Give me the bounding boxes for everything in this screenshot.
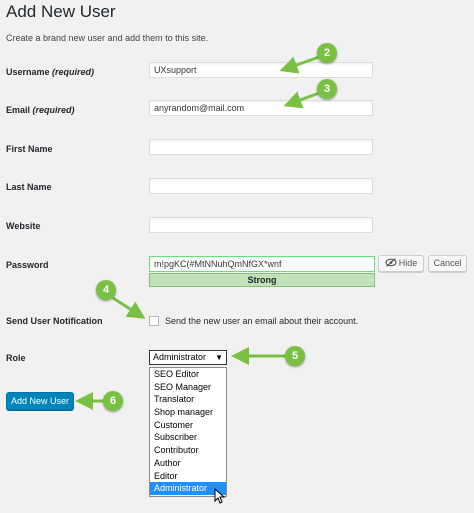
annotation-badge-4: 4 [96, 280, 116, 300]
arrow-to-username [279, 54, 323, 74]
arrow-to-notification [112, 296, 146, 319]
annotation-badge-3: 3 [317, 79, 337, 99]
annotation-arrows [75, 54, 323, 410]
annotation-badge-6: 6 [103, 391, 123, 411]
annotation-badge-5: 5 [285, 346, 305, 366]
annotation-badge-2: 2 [317, 43, 337, 63]
